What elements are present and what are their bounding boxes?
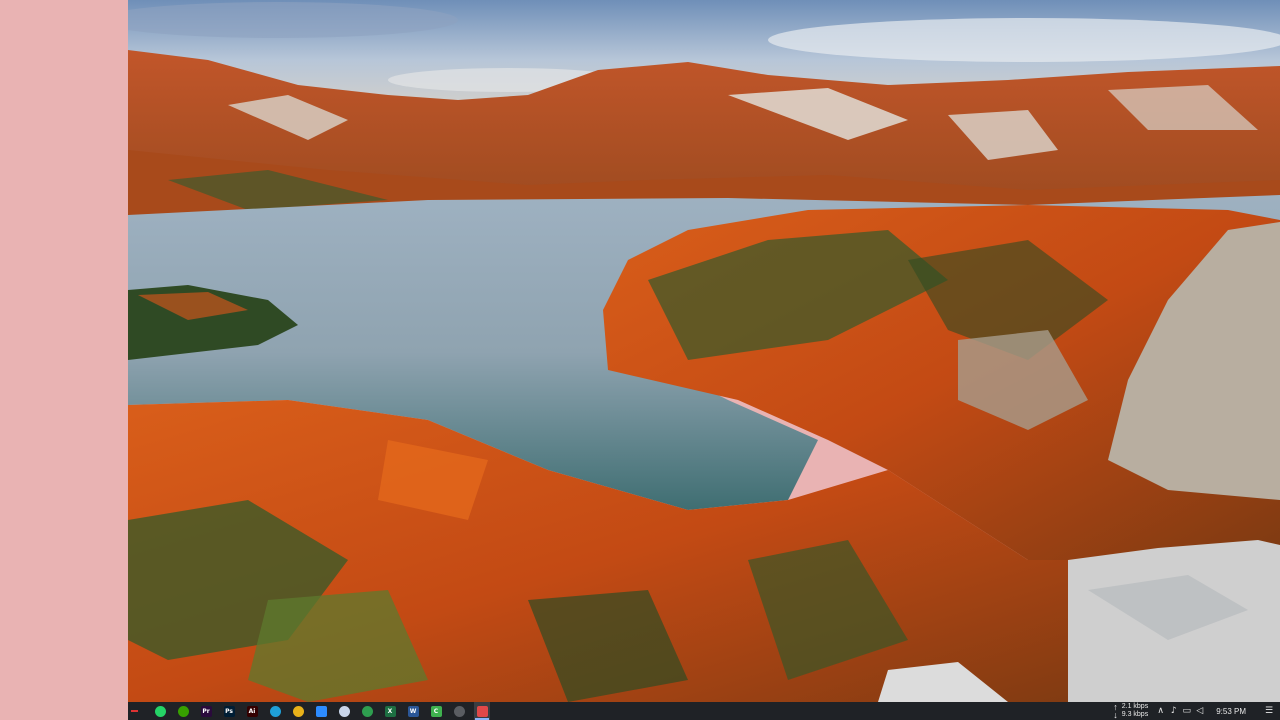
illustrator-icon[interactable]: Ai — [244, 702, 260, 720]
upload-speed: 2.1 kbps — [1121, 703, 1149, 710]
windows-start-icon[interactable] — [128, 702, 140, 720]
left-pink-panel — [0, 0, 128, 720]
network-arrows-icon: ↑ ↓ — [1113, 702, 1118, 720]
clock[interactable]: 9:53 PM — [1216, 707, 1246, 716]
premiere-icon[interactable]: Pr — [198, 702, 214, 720]
recorder-icon[interactable] — [474, 702, 490, 720]
volume-icon[interactable]: ◁ — [1193, 706, 1206, 716]
desktop-wallpaper — [128, 0, 1280, 702]
settings-icon[interactable] — [451, 702, 467, 720]
download-speed: 9.3 kbps — [1121, 711, 1149, 718]
taskbar: Pr Ps Ai X W C ↑ ↓ 2.1 kbps 9.3 kbps ∧ ♪ ▭ ◁ 9:53… — [128, 702, 1280, 720]
word-icon[interactable]: W — [405, 702, 421, 720]
network-speed-meter[interactable]: ↑ ↓ 2.1 kbps 9.3 kbps — [1113, 702, 1149, 720]
taskbar-apps: Pr Ps Ai X W C — [152, 702, 490, 720]
chrome-icon[interactable] — [290, 702, 306, 720]
tray-icons: ∧ ♪ ▭ ◁ — [1154, 706, 1206, 716]
browser-icon[interactable] — [336, 702, 352, 720]
photoshop-icon[interactable]: Ps — [221, 702, 237, 720]
microphone-icon[interactable]: ♪ — [1167, 706, 1180, 716]
upwork-icon[interactable] — [175, 702, 191, 720]
camtasia-icon[interactable]: C — [428, 702, 444, 720]
network-icon[interactable]: ▭ — [1180, 706, 1193, 716]
show-hidden-icons-chevron-icon[interactable]: ∧ — [1154, 706, 1167, 716]
system-tray: ↑ ↓ 2.1 kbps 9.3 kbps ∧ ♪ ▭ ◁ 9:53 PM ☰ — [1113, 702, 1280, 720]
edge-icon[interactable] — [267, 702, 283, 720]
excel-icon[interactable]: X — [382, 702, 398, 720]
whatsapp-icon[interactable] — [152, 702, 168, 720]
notification-icon[interactable]: ☰ — [1258, 706, 1280, 716]
zoom-icon[interactable] — [313, 702, 329, 720]
maps-icon[interactable] — [359, 702, 375, 720]
